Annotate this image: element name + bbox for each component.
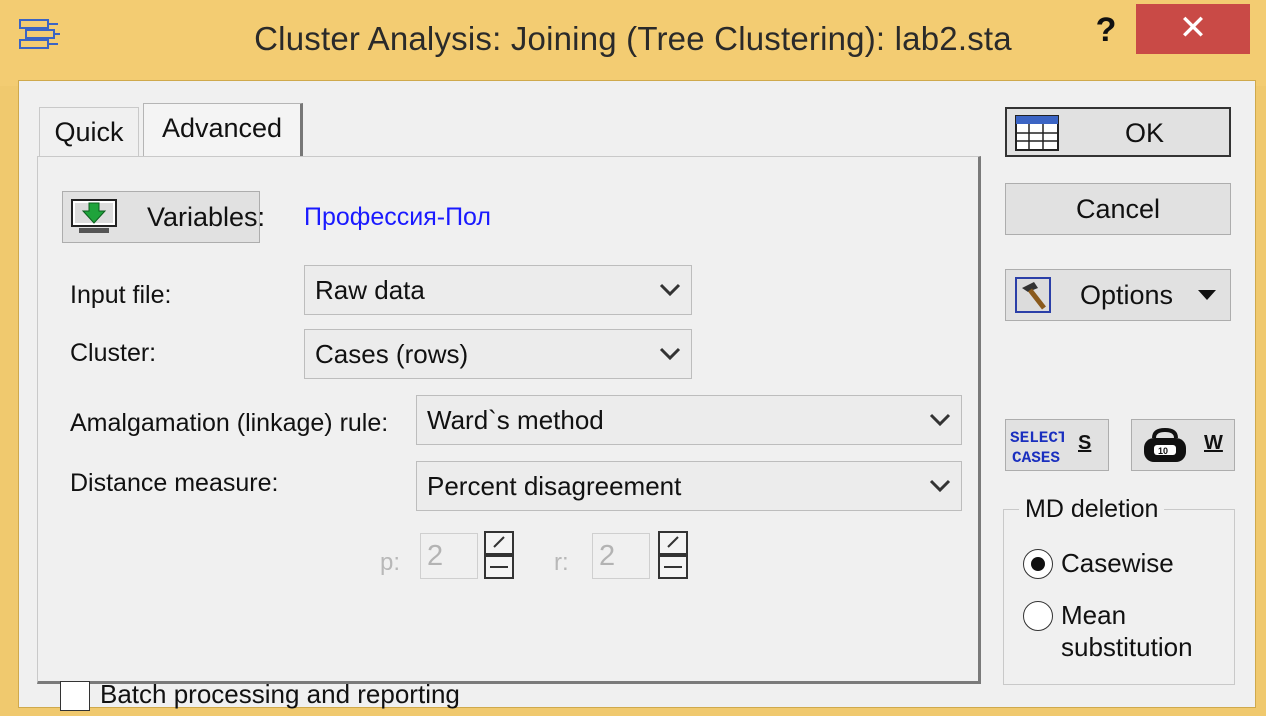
tab-quick[interactable]: Quick <box>39 107 139 157</box>
advanced-panel: Variables: Профессия-Пол Input file: Raw… <box>37 156 981 711</box>
r-spinner[interactable] <box>658 531 688 579</box>
input-file-label: Input file: <box>70 281 172 309</box>
mean-substitution-label-line1[interactable]: Mean <box>1061 599 1126 631</box>
batch-checkbox[interactable] <box>60 681 90 711</box>
weight-key: W <box>1204 432 1223 454</box>
select-cases-key: S <box>1078 432 1092 454</box>
variables-icon <box>71 199 117 233</box>
chevron-down-icon <box>659 283 681 297</box>
help-button[interactable]: ? <box>1086 8 1126 52</box>
dialog-window: Cluster Analysis: Joining (Tree Clusteri… <box>0 0 1266 716</box>
distance-value: Percent disagreement <box>427 471 682 501</box>
hammer-icon <box>1015 277 1051 313</box>
select-cases-button[interactable]: SELECT CASES S <box>1005 419 1109 471</box>
ok-button[interactable]: OK <box>1005 107 1231 157</box>
cluster-select[interactable]: Cases (rows) <box>304 329 692 379</box>
casewise-label[interactable]: Casewise <box>1061 547 1174 579</box>
ok-label: OK <box>1125 118 1165 148</box>
mean-substitution-radio[interactable] <box>1023 601 1053 631</box>
input-file-select[interactable]: Raw data <box>304 265 692 315</box>
chevron-down-icon <box>929 413 951 427</box>
cluster-value: Cases (rows) <box>315 339 469 369</box>
amalgamation-select[interactable]: Ward`s method <box>416 395 962 445</box>
selected-variables[interactable]: Профессия-Пол <box>304 203 491 232</box>
tab-advanced[interactable]: Advanced <box>143 103 303 159</box>
close-button[interactable]: ✕ <box>1136 4 1250 54</box>
select-cases-icon: SELECT CASES <box>1010 429 1064 466</box>
svg-text:10: 10 <box>1158 446 1168 456</box>
dialog-client: Quick Advanced Variables: Профессия-Пол … <box>18 80 1256 711</box>
p-label: p: <box>380 549 401 576</box>
p-input[interactable]: 2 <box>420 533 478 579</box>
distance-label: Distance measure: <box>70 469 279 497</box>
variables-button[interactable]: Variables: <box>62 191 265 243</box>
mean-substitution-label-line2[interactable]: substitution <box>1061 631 1193 663</box>
weight-button[interactable]: 10 W <box>1131 419 1235 471</box>
r-input[interactable]: 2 <box>592 533 650 579</box>
amalgamation-value: Ward`s method <box>427 405 604 435</box>
cancel-button[interactable]: Cancel <box>1005 183 1231 235</box>
cluster-label: Cluster: <box>70 339 157 367</box>
caret-down-icon <box>1198 290 1216 300</box>
spreadsheet-icon <box>1015 115 1059 151</box>
radio-selected-dot <box>1031 557 1045 571</box>
input-file-value: Raw data <box>315 275 425 305</box>
p-spinner[interactable] <box>484 531 514 579</box>
options-label: Options <box>1080 280 1174 310</box>
options-button[interactable]: Options <box>1005 269 1231 321</box>
chevron-down-icon <box>929 479 951 493</box>
svg-text:SELECT: SELECT <box>1010 429 1064 447</box>
svg-text:CASES: CASES <box>1012 449 1060 466</box>
distance-select[interactable]: Percent disagreement <box>416 461 962 511</box>
weight-icon: 10 <box>1144 428 1186 462</box>
r-label: r: <box>554 549 569 576</box>
variables-label: Variables: <box>147 202 266 232</box>
title-bar[interactable]: Cluster Analysis: Joining (Tree Clusteri… <box>0 0 1266 86</box>
chevron-down-icon <box>659 347 681 361</box>
casewise-radio[interactable] <box>1023 549 1053 579</box>
window-title: Cluster Analysis: Joining (Tree Clusteri… <box>254 20 1012 57</box>
batch-label[interactable]: Batch processing and reporting <box>100 679 460 710</box>
amalgamation-label: Amalgamation (linkage) rule: <box>70 409 389 437</box>
md-deletion-title: MD deletion <box>1019 495 1165 524</box>
